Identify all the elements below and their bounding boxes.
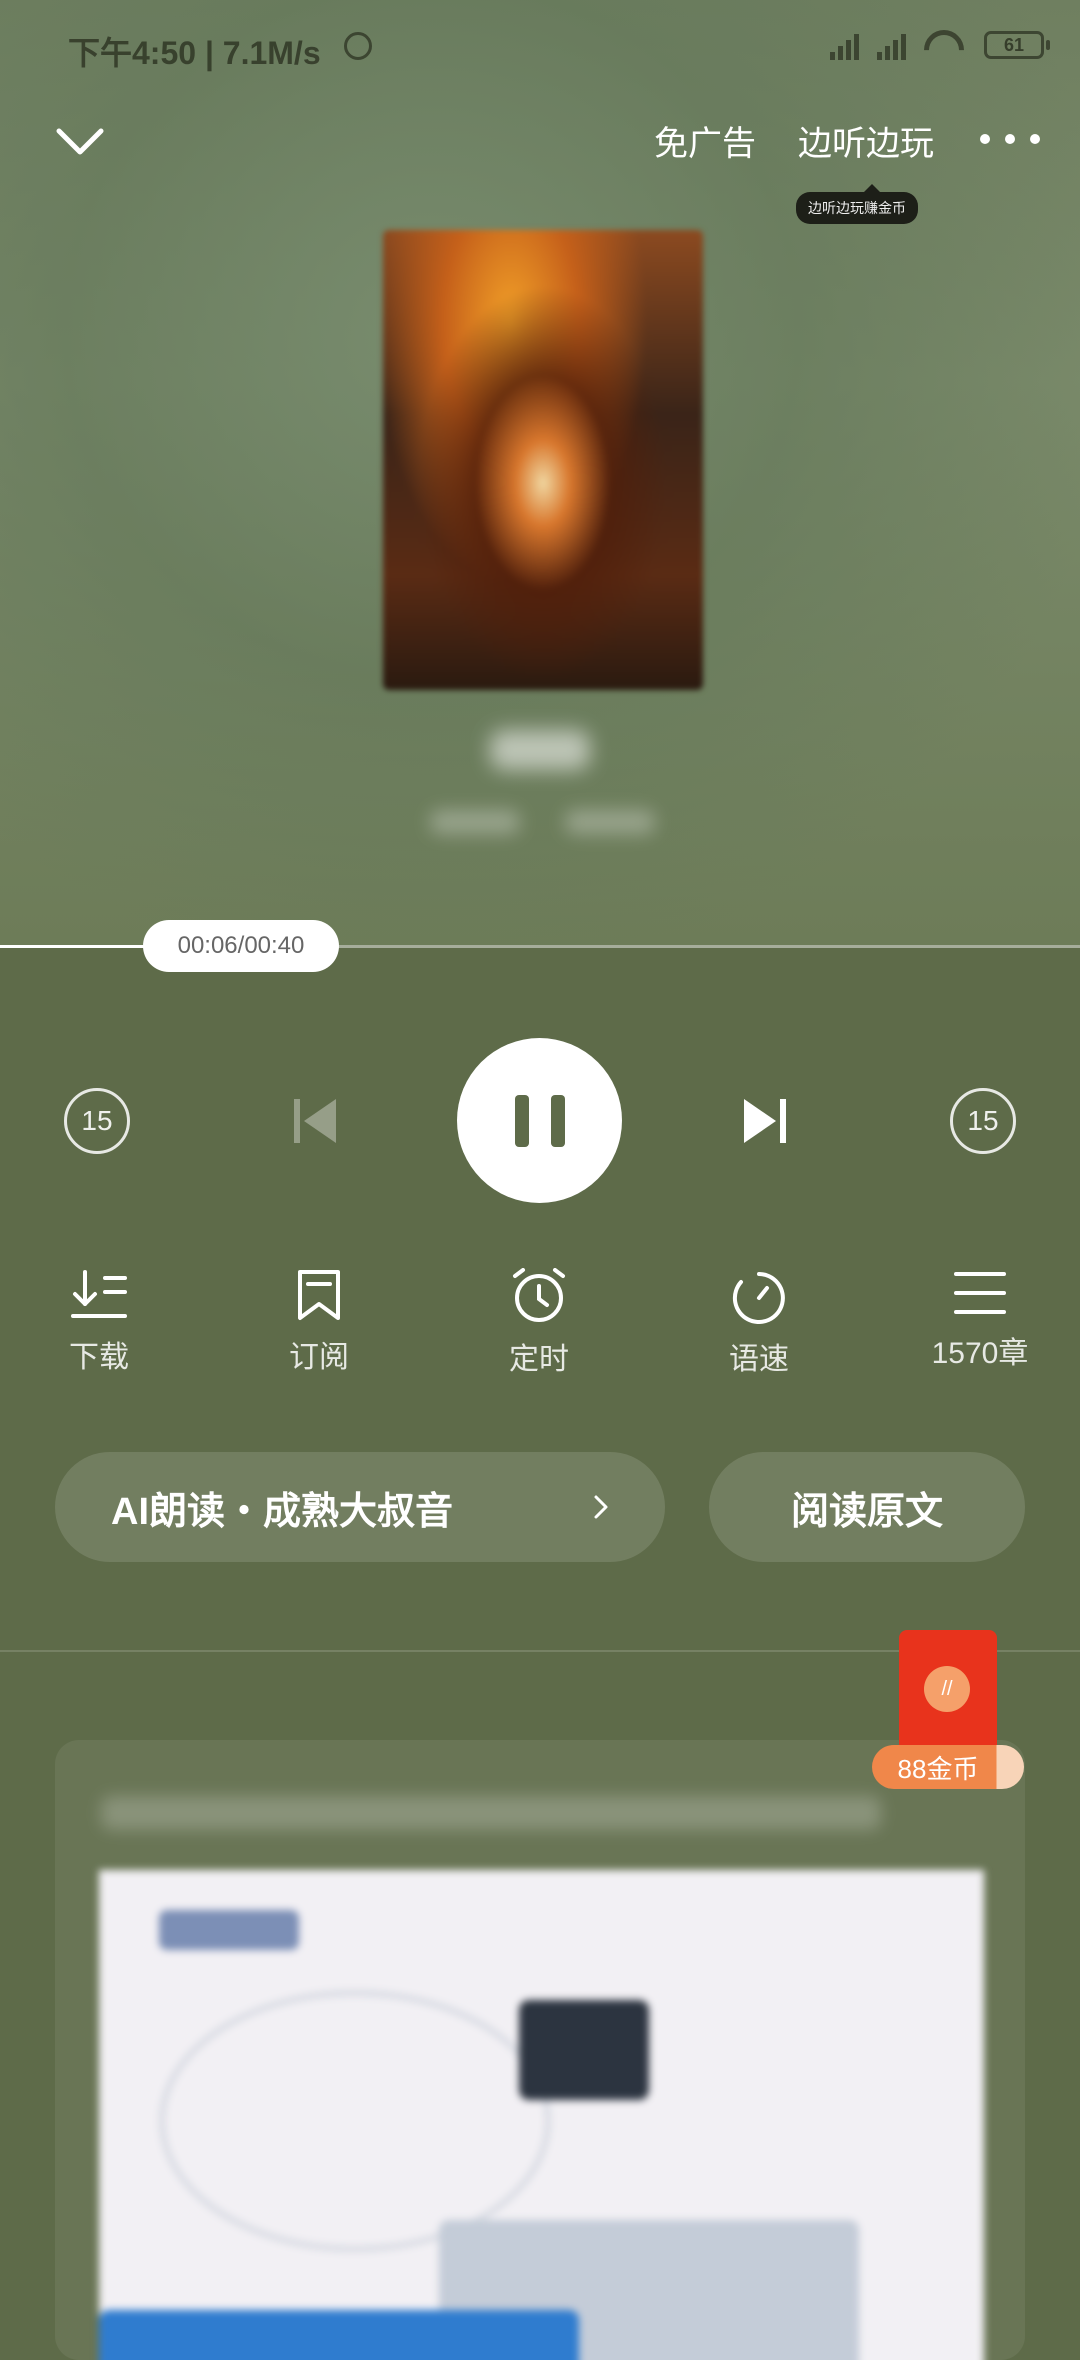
download-icon xyxy=(71,1270,127,1318)
status-icons: 61 xyxy=(830,30,1050,60)
speed-button[interactable]: 语速 xyxy=(679,1268,839,1378)
pause-button[interactable] xyxy=(457,1038,622,1203)
action-buttons: AI朗读・成熟大叔音 阅读原文 xyxy=(0,1452,1080,1562)
book-cover[interactable] xyxy=(383,230,703,690)
subscribe-button[interactable]: 订阅 xyxy=(239,1268,399,1376)
ai-voice-button[interactable]: AI朗读・成熟大叔音 xyxy=(55,1452,665,1562)
skip-previous-icon xyxy=(294,1099,336,1143)
rewind-15-button[interactable]: 15 xyxy=(64,1088,130,1154)
status-bar: 下午4:50 | 7.1M/s 61 xyxy=(0,0,1080,100)
red-packet-button[interactable]: // xyxy=(899,1630,997,1758)
book-title-blurred xyxy=(490,730,590,770)
playback-controls: 15 15 xyxy=(0,1038,1080,1208)
listen-play-tooltip: 边听边玩赚金币 xyxy=(796,184,918,224)
forward-15-label: 15 xyxy=(967,1105,999,1136)
listen-play-button[interactable]: 边听边玩 xyxy=(798,116,934,165)
chevron-right-icon xyxy=(594,1495,608,1519)
timer-button[interactable]: 定时 xyxy=(459,1268,619,1378)
ai-voice-label: AI朗读・成熟大叔音 xyxy=(111,1490,454,1533)
download-button[interactable]: 下载 xyxy=(19,1268,179,1376)
download-label: 下载 xyxy=(69,1341,129,1374)
speedometer-icon xyxy=(732,1272,785,1324)
battery-icon: 61 xyxy=(984,31,1050,59)
ad-card[interactable] xyxy=(55,1740,1025,2360)
top-nav: 免广告 边听边玩 xyxy=(0,100,1080,180)
skip-next-icon xyxy=(744,1099,786,1143)
collapse-button[interactable] xyxy=(50,112,110,172)
next-button[interactable] xyxy=(732,1088,798,1154)
timer-label: 定时 xyxy=(509,1343,569,1376)
pause-icon xyxy=(514,1094,565,1147)
bookmark-icon xyxy=(298,1270,340,1320)
narrator-blurred xyxy=(565,810,655,834)
more-dot-icon xyxy=(980,134,990,144)
no-ads-button[interactable]: 免广告 xyxy=(654,116,756,165)
ad-title-blurred xyxy=(101,1796,881,1830)
chapters-button[interactable]: 1570章 xyxy=(900,1268,1060,1372)
chapters-label: 1570章 xyxy=(931,1337,1029,1370)
tools-row: 下载 订阅 定时 语速 1570章 xyxy=(0,1268,1080,1398)
signal-icon xyxy=(830,30,859,60)
wifi-icon xyxy=(924,30,966,60)
alarm-icon xyxy=(344,32,372,60)
more-dot-icon xyxy=(1030,134,1040,144)
author-blurred xyxy=(430,810,520,834)
coin-icon: // xyxy=(924,1666,970,1712)
more-dot-icon xyxy=(1005,134,1015,144)
coin-reward-badge[interactable]: 88金币 xyxy=(872,1745,1024,1789)
chevron-down-icon xyxy=(56,128,104,155)
rewind-15-label: 15 xyxy=(81,1105,113,1136)
forward-15-button[interactable]: 15 xyxy=(950,1088,1016,1154)
previous-button[interactable] xyxy=(282,1088,348,1154)
list-icon xyxy=(954,1272,1006,1314)
ad-image xyxy=(99,1870,984,2360)
read-original-button[interactable]: 阅读原文 xyxy=(709,1452,1025,1562)
alarm-clock-icon xyxy=(513,1268,565,1322)
status-time: 下午4:50 | 7.1M/s xyxy=(68,35,321,71)
more-button[interactable] xyxy=(980,114,1040,164)
progress-fill xyxy=(0,945,162,948)
speed-label: 语速 xyxy=(729,1343,789,1376)
signal-hd-icon xyxy=(877,30,906,60)
progress-time-thumb[interactable]: 00:06/00:40 xyxy=(143,920,339,972)
subscribe-label: 订阅 xyxy=(289,1341,349,1374)
